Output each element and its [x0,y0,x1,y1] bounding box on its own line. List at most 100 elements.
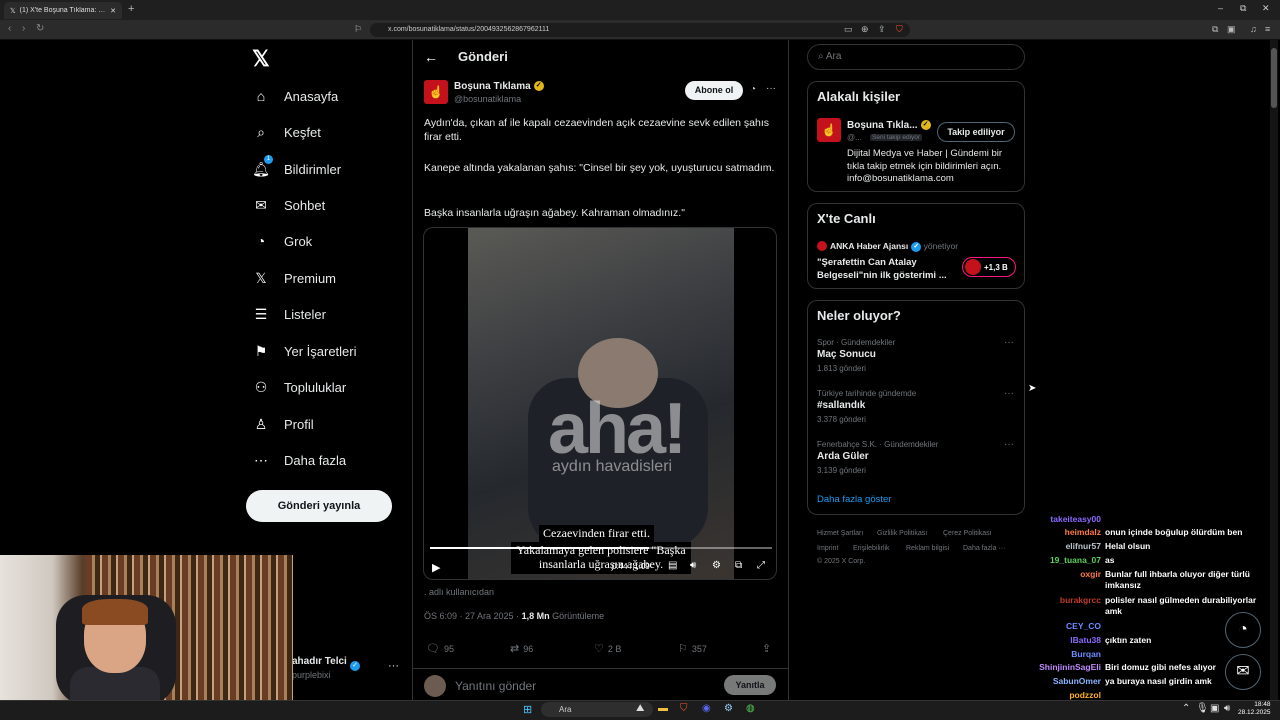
footer-link[interactable]: Reklam bilgisi [906,545,949,552]
repost-icon[interactable]: ⇄ [510,642,519,655]
settings-icon[interactable]: ⚙ [712,560,721,571]
footer-link[interactable]: © 2025 X Corp. [817,558,865,565]
account-handle[interactable]: purplebixi [292,670,331,680]
captions-icon[interactable]: ▤ [668,560,677,571]
discord-icon[interactable]: ◉ [702,703,711,714]
speaker-icon[interactable]: 🔊︎ [1224,703,1230,714]
reply-icon[interactable]: 🗨︎ [426,642,440,655]
extensions-icon[interactable]: ⧉ [1212,24,1218,35]
author-name[interactable]: Boşuna Tıklama ✓ [454,81,544,92]
live-host-name[interactable]: ANKA Haber Ajansı [830,241,908,251]
grok-fab-icon[interactable]: ◔ [1225,612,1261,648]
minimize-button[interactable]: – [1218,3,1223,13]
nav-item-grok[interactable]: ◔ Grok [252,229,312,253]
account-more-icon[interactable]: ··· [388,660,399,672]
bookmark-page-icon[interactable]: ⚐ [354,24,362,35]
like-icon[interactable]: ♡ [594,642,604,655]
show-more-link[interactable]: Daha fazla göster [817,494,891,505]
footer-link[interactable]: Hizmet Şartları [817,530,863,537]
cast-icon[interactable]: ▭ [844,24,853,35]
post-button[interactable]: Gönderi yayınla [246,490,392,522]
bookmark-icon[interactable]: ⚐ [678,642,688,655]
trend-name[interactable]: #sallandık [817,400,865,411]
start-icon[interactable]: ⊞ [523,703,532,716]
author-avatar[interactable]: ☝ [424,80,448,104]
reply-button[interactable]: Yanıtla [724,675,776,695]
author-handle[interactable]: @bosunatiklama [454,94,521,104]
video-player[interactable]: aha! aydın havadisleri Cezaevinden firar… [423,227,777,580]
share-action[interactable]: ⇪ [762,642,771,655]
obs-icon[interactable]: ◍ [746,703,755,714]
grok-icon[interactable]: ◔ [750,84,756,95]
related-avatar[interactable]: ☝ [817,118,841,142]
share-icon[interactable]: ⇪ [878,24,886,35]
play-icon[interactable]: ▶ [432,561,440,574]
network-icon[interactable]: ▣ [1210,703,1219,714]
nav-item-keşfet[interactable]: ⌕ Keşfet [252,120,321,144]
new-tab-button[interactable]: + [128,3,134,15]
like-action[interactable]: ♡ 2 B [594,642,621,655]
menu-icon[interactable]: ≡ [1265,24,1270,34]
reply-input[interactable]: Yanıtını gönder [455,679,536,693]
file-explorer-icon[interactable]: ▬ [658,703,668,714]
media-icon[interactable]: ♫ [1250,24,1257,34]
nav-item-bildirimler[interactable]: 🔔︎ 1 Bildirimler [252,155,341,181]
search-input[interactable]: ⌕ Ara [807,44,1025,70]
footer-link[interactable]: Imprint [817,545,838,552]
live-show-title[interactable]: "Şerafettin Can Atalay Belgeseli"nin ilk… [817,257,957,282]
account-name[interactable]: ahadır Telci [292,656,347,667]
scrollbar-thumb[interactable] [1271,48,1277,108]
footer-link[interactable]: Daha fazla ··· [963,545,1005,552]
footer-link[interactable]: Gizlilik Politikası [877,530,927,537]
url-field[interactable]: x.com/bosunatiklama/status/2004932562867… [370,23,910,37]
bookmark-action[interactable]: ⚐ 357 [678,642,707,655]
messages-fab-icon[interactable]: ✉ [1225,654,1261,690]
tray-chevron-icon[interactable]: ⌃ [1182,703,1190,714]
footer-link[interactable]: Erişilebilirlik [853,545,890,552]
following-button[interactable]: Takip ediliyor [937,122,1015,142]
nav-item-topluluklar[interactable]: ⚇ Topluluklar [252,375,346,399]
footer-link[interactable]: Çerez Politikası [943,530,992,537]
steam-icon[interactable]: ⚙ [724,703,733,714]
trend-name[interactable]: Arda Güler [817,451,869,462]
back-arrow-icon[interactable]: ← [424,49,438,65]
reply-action[interactable]: 🗨︎ 95 [426,642,454,655]
nav-item-profil[interactable]: ♙ Profil [252,412,314,436]
pip-icon[interactable]: ⧉ [735,560,742,571]
fullscreen-icon[interactable]: ⤢ [757,560,765,571]
brave-shield-icon[interactable]: ⛉ [896,24,903,35]
nav-item-daha-fazla[interactable]: ⋯ Daha fazla [252,448,346,472]
related-name-text[interactable]: Boşuna Tıkla... [847,120,918,131]
live-host[interactable]: ANKA Haber Ajansı ✓ yönetiyor [830,241,958,252]
zoom-icon[interactable]: ⊕ [861,24,869,35]
maximize-button[interactable]: ⧉ [1240,3,1246,14]
share-post-icon[interactable]: ⇪ [762,642,771,655]
mic-icon[interactable]: 🎙︎ [1196,703,1209,714]
x-logo[interactable]: 𝕏 [252,46,270,72]
forward-nav-icon[interactable]: › [22,23,25,34]
nav-item-anasayfa[interactable]: ⌂ Anasayfa [252,84,338,108]
widgets-icon[interactable]: ⛰ [636,703,644,714]
author-name-text[interactable]: Boşuna Tıklama [454,81,531,92]
wallet-icon[interactable]: ▣ [1227,24,1236,35]
trend-name[interactable]: Maç Sonucu [817,349,876,360]
video-credit[interactable]: . adlı kullanıcıdan [424,587,494,597]
subscribe-button[interactable]: Abone ol [685,81,743,100]
post-more-icon[interactable]: ··· [766,83,776,94]
trend-more-icon[interactable]: ··· [1004,337,1014,348]
live-listeners-pill[interactable]: +1,3 B [962,257,1016,277]
browser-tab[interactable]: 𝕏 (1) X'te Boşuna Tıklama: "Aydın'd ✕ [4,2,122,19]
back-nav-icon[interactable]: ‹ [8,23,11,34]
post-timestamp[interactable]: ÖS 6:09 · 27 Ara 2025 · [424,611,522,621]
reload-icon[interactable]: ↻ [36,23,44,34]
brave-taskbar-icon[interactable]: ⛉ [680,703,688,714]
related-handle[interactable]: @... [847,133,862,142]
taskbar-clock[interactable]: 18:48 28.12.2025 [1238,701,1271,717]
repost-action[interactable]: ⇄ 96 [510,642,533,655]
nav-item-premium[interactable]: 𝕏 Premium [252,266,336,290]
close-tab-icon[interactable]: ✕ [110,7,116,15]
trend-more-icon[interactable]: ··· [1004,388,1014,399]
related-name[interactable]: Boşuna Tıkla... ✓ [847,120,931,131]
trend-more-icon[interactable]: ··· [1004,439,1014,450]
nav-item-sohbet[interactable]: ✉ Sohbet [252,193,325,217]
